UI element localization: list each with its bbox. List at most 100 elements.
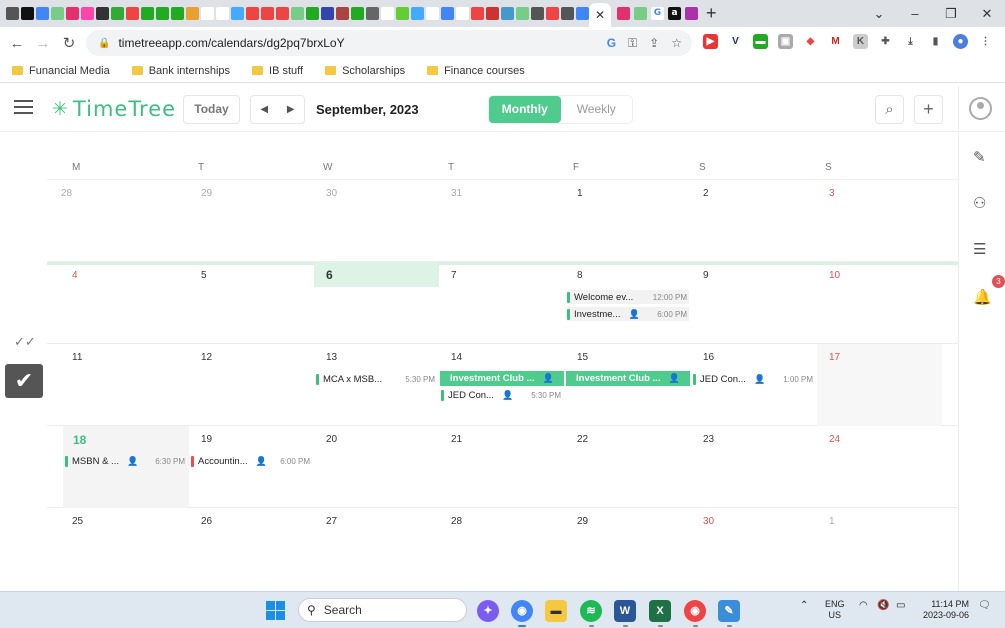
tab-search-icon[interactable]: ⌄ (861, 6, 897, 22)
tab-icon-12[interactable] (171, 7, 184, 20)
tab-icon-1[interactable] (6, 7, 19, 20)
word-icon[interactable]: W (614, 600, 636, 622)
address-bar[interactable]: 🔒 timetreeapp.com/calendars/dg2pq7brxLoY… (86, 30, 692, 56)
day-cell[interactable]: 30 (314, 180, 439, 262)
chrome-profile-icon[interactable]: ◉ (684, 600, 706, 622)
file-explorer-icon[interactable]: ▬ (545, 600, 567, 622)
add-event-icon[interactable]: + (914, 95, 943, 124)
google-lens-icon[interactable]: G (607, 36, 616, 51)
checkmark-overlay-icon[interactable]: ✔ (5, 364, 43, 398)
system-clock[interactable]: 11:14 PM 2023-09-06 (923, 599, 969, 621)
amazon-tab-icon[interactable]: a (668, 7, 681, 20)
tab-icon-25[interactable] (366, 7, 379, 20)
tab-icon-6[interactable] (81, 7, 94, 20)
event-item[interactable]: Investment Club ... 👤 (566, 371, 690, 386)
event-item[interactable]: JED Con... 👤 5:30 PM (441, 388, 563, 402)
chrome-icon[interactable]: ◉ (511, 600, 533, 622)
event-item[interactable]: Investment Club ... 👤 (440, 371, 564, 386)
tab-icon-11[interactable] (156, 7, 169, 20)
day-cell[interactable]: 31 (439, 180, 565, 262)
day-cell[interactable]: 4 (47, 262, 189, 344)
event-item[interactable]: Accountin... 👤 6:00 PM (191, 454, 312, 468)
chrome-menu-icon[interactable]: ⋮ (978, 34, 993, 49)
day-cell[interactable]: 22 (565, 426, 691, 508)
tab-icon-14[interactable] (201, 7, 214, 20)
day-cell[interactable]: 20 (314, 426, 439, 508)
event-item[interactable]: MCA x MSB... 5:30 PM (316, 372, 437, 386)
day-cell[interactable]: 12 (189, 344, 314, 426)
next-month-icon[interactable]: ▶ (287, 104, 295, 115)
bookmark-funancial-media[interactable]: Funancial Media (12, 65, 110, 77)
bookmark-label[interactable]: IB stuff (269, 65, 303, 77)
day-cell[interactable]: 24 (817, 426, 958, 508)
event-item[interactable]: JED Con... 👤 1:00 PM (693, 372, 815, 386)
today-cell[interactable]: 6 (314, 262, 439, 287)
notes-icon[interactable]: ✎ (973, 148, 986, 166)
day-cell[interactable]: 26 (189, 508, 314, 590)
hamburger-menu-icon[interactable] (14, 100, 33, 114)
tab-icon-15[interactable] (216, 7, 229, 20)
tab-icon-21[interactable] (306, 7, 319, 20)
lock-icon[interactable]: 🔒 (98, 38, 110, 49)
spotify-icon[interactable]: ≋ (580, 600, 602, 622)
tab-icon-8[interactable] (111, 7, 124, 20)
timetree-logo[interactable]: ✳ TimeTree (52, 97, 176, 121)
download-icon[interactable]: ⤓ (903, 34, 918, 49)
prev-month-icon[interactable]: ◀ (260, 104, 268, 115)
bookmark-bank-internships[interactable]: Bank internships (131, 65, 230, 77)
bookmark-star-icon[interactable]: ☆ (671, 36, 682, 51)
day-cell[interactable]: 25 (47, 508, 189, 590)
tab-icon-34[interactable] (501, 7, 514, 20)
bookmark-finance-courses[interactable]: Finance courses (427, 65, 525, 77)
tab-icon-32[interactable] (471, 7, 484, 20)
active-tab-close-button[interactable]: ✕ (589, 3, 611, 27)
tab-icon-23[interactable] (336, 7, 349, 20)
day-cell[interactable]: 2 (691, 180, 817, 262)
tab-icon-28[interactable] (411, 7, 424, 20)
day-cell[interactable]: 27 (314, 508, 439, 590)
puzzle-extensions-icon[interactable]: ✚ (878, 34, 893, 49)
day-cell[interactable]: 21 (439, 426, 565, 508)
v-ext-icon[interactable]: V (728, 34, 743, 49)
day-cell[interactable]: 28 (47, 180, 189, 262)
glasses-ext-icon[interactable]: ▬ (753, 34, 768, 49)
tab-icon-4[interactable] (51, 7, 64, 20)
tab-icon-9[interactable] (126, 7, 139, 20)
bookmark-label[interactable]: Bank internships (149, 65, 230, 77)
today-button[interactable]: Today (183, 95, 240, 124)
key-icon[interactable]: ⚿ (628, 36, 637, 51)
day-cell[interactable]: 28 (439, 508, 565, 590)
day-cell[interactable]: 23 (691, 426, 817, 508)
tab-icon-30[interactable] (441, 7, 454, 20)
tab-icon-26[interactable] (381, 7, 394, 20)
tab-icon-20[interactable] (291, 7, 304, 20)
reload-icon[interactable]: ↻ (56, 34, 82, 52)
tab-icon-19[interactable] (276, 7, 289, 20)
paint-icon[interactable]: ✎ (718, 600, 740, 622)
sidepanel-icon[interactable]: ▮ (928, 34, 943, 49)
day-cell[interactable]: 29 (189, 180, 314, 262)
user-avatar-icon[interactable] (969, 97, 992, 120)
tab-icon-10[interactable] (141, 7, 154, 20)
tab-icon-29[interactable] (426, 7, 439, 20)
day-cell[interactable]: 1 (817, 508, 958, 590)
tab-icon-last[interactable] (685, 7, 698, 20)
search-icon[interactable]: ⌕ (875, 95, 904, 124)
day-cell[interactable]: 7 (439, 262, 565, 344)
volume-muted-icon[interactable]: 🔇 (877, 600, 889, 611)
tab-icon-27[interactable] (396, 7, 409, 20)
tab-icon-24[interactable] (351, 7, 364, 20)
tab-icon-7[interactable] (96, 7, 109, 20)
grey-ext-icon[interactable]: ▣ (778, 34, 793, 49)
tab-icon-17[interactable] (246, 7, 259, 20)
tab-icon-38[interactable] (561, 7, 574, 20)
tab-monthly[interactable]: Monthly (489, 96, 561, 123)
copilot-icon[interactable]: ✦ (477, 600, 499, 622)
day-cell[interactable]: 29 (565, 508, 691, 590)
tab-icon-16[interactable] (231, 7, 244, 20)
members-icon[interactable]: ⚇ (973, 194, 986, 212)
day-cell[interactable]: 9 (691, 262, 817, 344)
event-item[interactable]: Welcome ev... 12:00 PM (567, 290, 689, 304)
restore-button[interactable]: ❐ (933, 6, 969, 22)
minimize-button[interactable]: – (897, 6, 933, 21)
